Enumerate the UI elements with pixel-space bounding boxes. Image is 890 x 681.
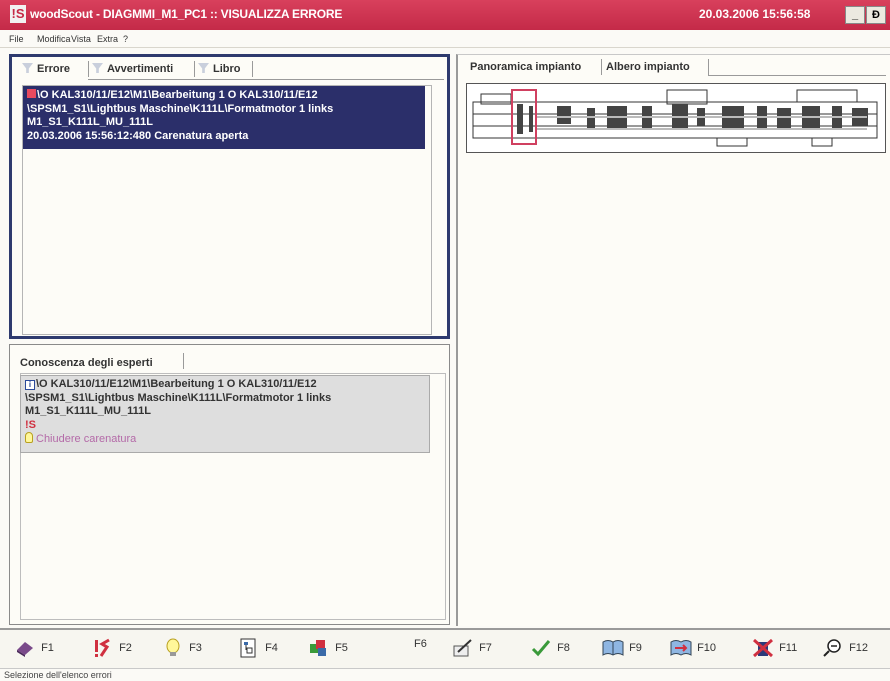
menu-help[interactable]: ? (123, 34, 128, 44)
expert-path-line-3: M1_S1_K111L_MU_111L (25, 405, 151, 417)
error-list-item-selected[interactable]: \O KAL310/11/E12\M1\Bearbeitung 1 O KAL3… (23, 86, 425, 149)
tab-errore[interactable]: Errore (22, 63, 70, 75)
lightbulb-icon (166, 638, 180, 656)
f4-button[interactable]: F4 (238, 638, 278, 662)
menu-modifica[interactable]: Modifica (37, 34, 71, 44)
expert-path-line-1: i \O KAL310/11/E12\M1\Bearbeitung 1 O KAL… (25, 378, 425, 392)
tab-divider (88, 61, 89, 77)
tab-libro[interactable]: Libro (198, 63, 241, 75)
expert-knowledge-content[interactable]: i \O KAL310/11/E12\M1\Bearbeitung 1 O KAL… (20, 375, 430, 453)
status-bar: Selezione dell'elenco errori (0, 668, 890, 681)
checkmark-icon (531, 640, 551, 657)
error-path-line-3: M1_S1_K111L_MU_111L (27, 116, 153, 128)
info-icon: i (25, 380, 35, 390)
title-bar: !S woodScout - DIAGMMI_M1_PC1 :: VISUALI… (0, 0, 890, 30)
f7-button[interactable]: F7 (452, 638, 492, 662)
f2-button[interactable]: F2 (92, 638, 132, 662)
zoom-out-icon (823, 639, 841, 657)
menu-bar: File Modifica Vista Extra ? (0, 30, 890, 48)
f11-label: F11 (779, 642, 798, 654)
error-list[interactable]: \O KAL310/11/E12\M1\Bearbeitung 1 O KAL3… (22, 85, 432, 335)
filter-icon (92, 63, 103, 73)
datetime-display: 20.03.2006 15:56:58 (699, 7, 811, 21)
solution-text: Chiudere carenatura (36, 433, 137, 445)
error-flash-icon (95, 638, 110, 657)
cross-person-icon (753, 638, 773, 658)
f4-label: F4 (265, 642, 278, 654)
tab-errore-label: Errore (37, 63, 71, 75)
tab-baseline (88, 79, 444, 80)
tab-conoscenza-esperti[interactable]: Conoscenza degli esperti (20, 357, 153, 369)
cubes-icon (310, 640, 326, 656)
tab-divider (708, 59, 709, 75)
eraser-icon (17, 642, 33, 657)
error-path-line-2: \SPSM1_S1\Lightbus Maschine\K111L\Format… (27, 102, 334, 115)
f8-button[interactable]: F8 (530, 638, 570, 662)
write-note-icon (453, 639, 472, 657)
plant-overview-panel: Panoramica impianto Albero impianto (456, 54, 890, 626)
f10-button[interactable]: F10 (670, 638, 716, 662)
function-key-bar: F1 F2 F3 F4 F5 F6 F7 F8 F9 F10 F11 F12 (0, 628, 890, 668)
tab-divider (601, 59, 602, 75)
f7-label: F7 (479, 642, 492, 654)
status-text: Selezione dell'elenco errori (4, 670, 112, 680)
f12-label: F12 (849, 642, 869, 654)
f11-button[interactable]: F11 (752, 638, 797, 662)
f8-label: F8 (557, 642, 570, 654)
filter-icon (198, 63, 209, 73)
window-title: woodScout - DIAGMMI_M1_PC1 :: VISUALIZZA… (30, 7, 343, 21)
menu-vista[interactable]: Vista (71, 34, 91, 44)
tab-divider (183, 353, 184, 369)
open-book-icon (602, 640, 624, 656)
solution-item[interactable]: Chiudere carenatura (25, 432, 425, 447)
f2-label: F2 (119, 642, 132, 654)
tab-avvertimenti-label: Avvertimenti (107, 63, 174, 75)
tab-divider (194, 61, 195, 77)
book-arrow-icon (670, 640, 692, 656)
filter-icon (22, 63, 33, 73)
tab-libro-label: Libro (213, 63, 241, 75)
f5-button[interactable]: F5 (308, 638, 348, 662)
f9-label: F9 (629, 642, 642, 654)
menu-file[interactable]: File (9, 34, 24, 44)
f12-button[interactable]: F12 (822, 638, 868, 662)
minimize-button[interactable]: _ (845, 6, 865, 24)
error-flash-icon: !S (25, 418, 36, 431)
f3-label: F3 (189, 642, 202, 654)
f6-button[interactable]: F6 (412, 638, 427, 662)
tab-divider (252, 61, 253, 77)
error-icon (27, 89, 36, 98)
error-timestamp-message: 20.03.2006 15:56:12:480 Carenatura apert… (27, 129, 249, 142)
f9-button[interactable]: F9 (602, 638, 642, 662)
f6-label: F6 (414, 638, 427, 651)
error-path-line-1: \O KAL310/11/E12\M1\Bearbeitung 1 O KAL3… (27, 89, 421, 103)
lightbulb-icon (25, 432, 33, 443)
f1-button[interactable]: F1 (14, 638, 54, 662)
expert-knowledge-panel: Conoscenza degli esperti i \O KAL310/11/E… (9, 344, 450, 625)
plant-layout-diagram[interactable] (466, 83, 886, 153)
woodscout-app-icon[interactable]: !S (10, 5, 26, 23)
menu-extra[interactable]: Extra (97, 34, 118, 44)
error-list-panel: Errore Avvertimenti Libro \O KAL310/11/E… (9, 54, 450, 339)
expert-path-line-2: \SPSM1_S1\Lightbus Maschine\K111L\Format… (25, 391, 332, 404)
f1-label: F1 (41, 642, 54, 654)
f10-label: F10 (697, 642, 717, 654)
tab-baseline (708, 75, 886, 76)
tab-avvertimenti[interactable]: Avvertimenti (92, 63, 173, 75)
restore-button[interactable]: Ɖ (866, 6, 886, 24)
f3-button[interactable]: F3 (162, 638, 202, 662)
selected-unit-highlight (511, 89, 537, 145)
tab-panoramica-impianto[interactable]: Panoramica impianto (470, 61, 581, 73)
tab-albero-impianto[interactable]: Albero impianto (606, 61, 690, 73)
f5-label: F5 (335, 642, 348, 654)
tree-doc-icon (240, 638, 256, 658)
